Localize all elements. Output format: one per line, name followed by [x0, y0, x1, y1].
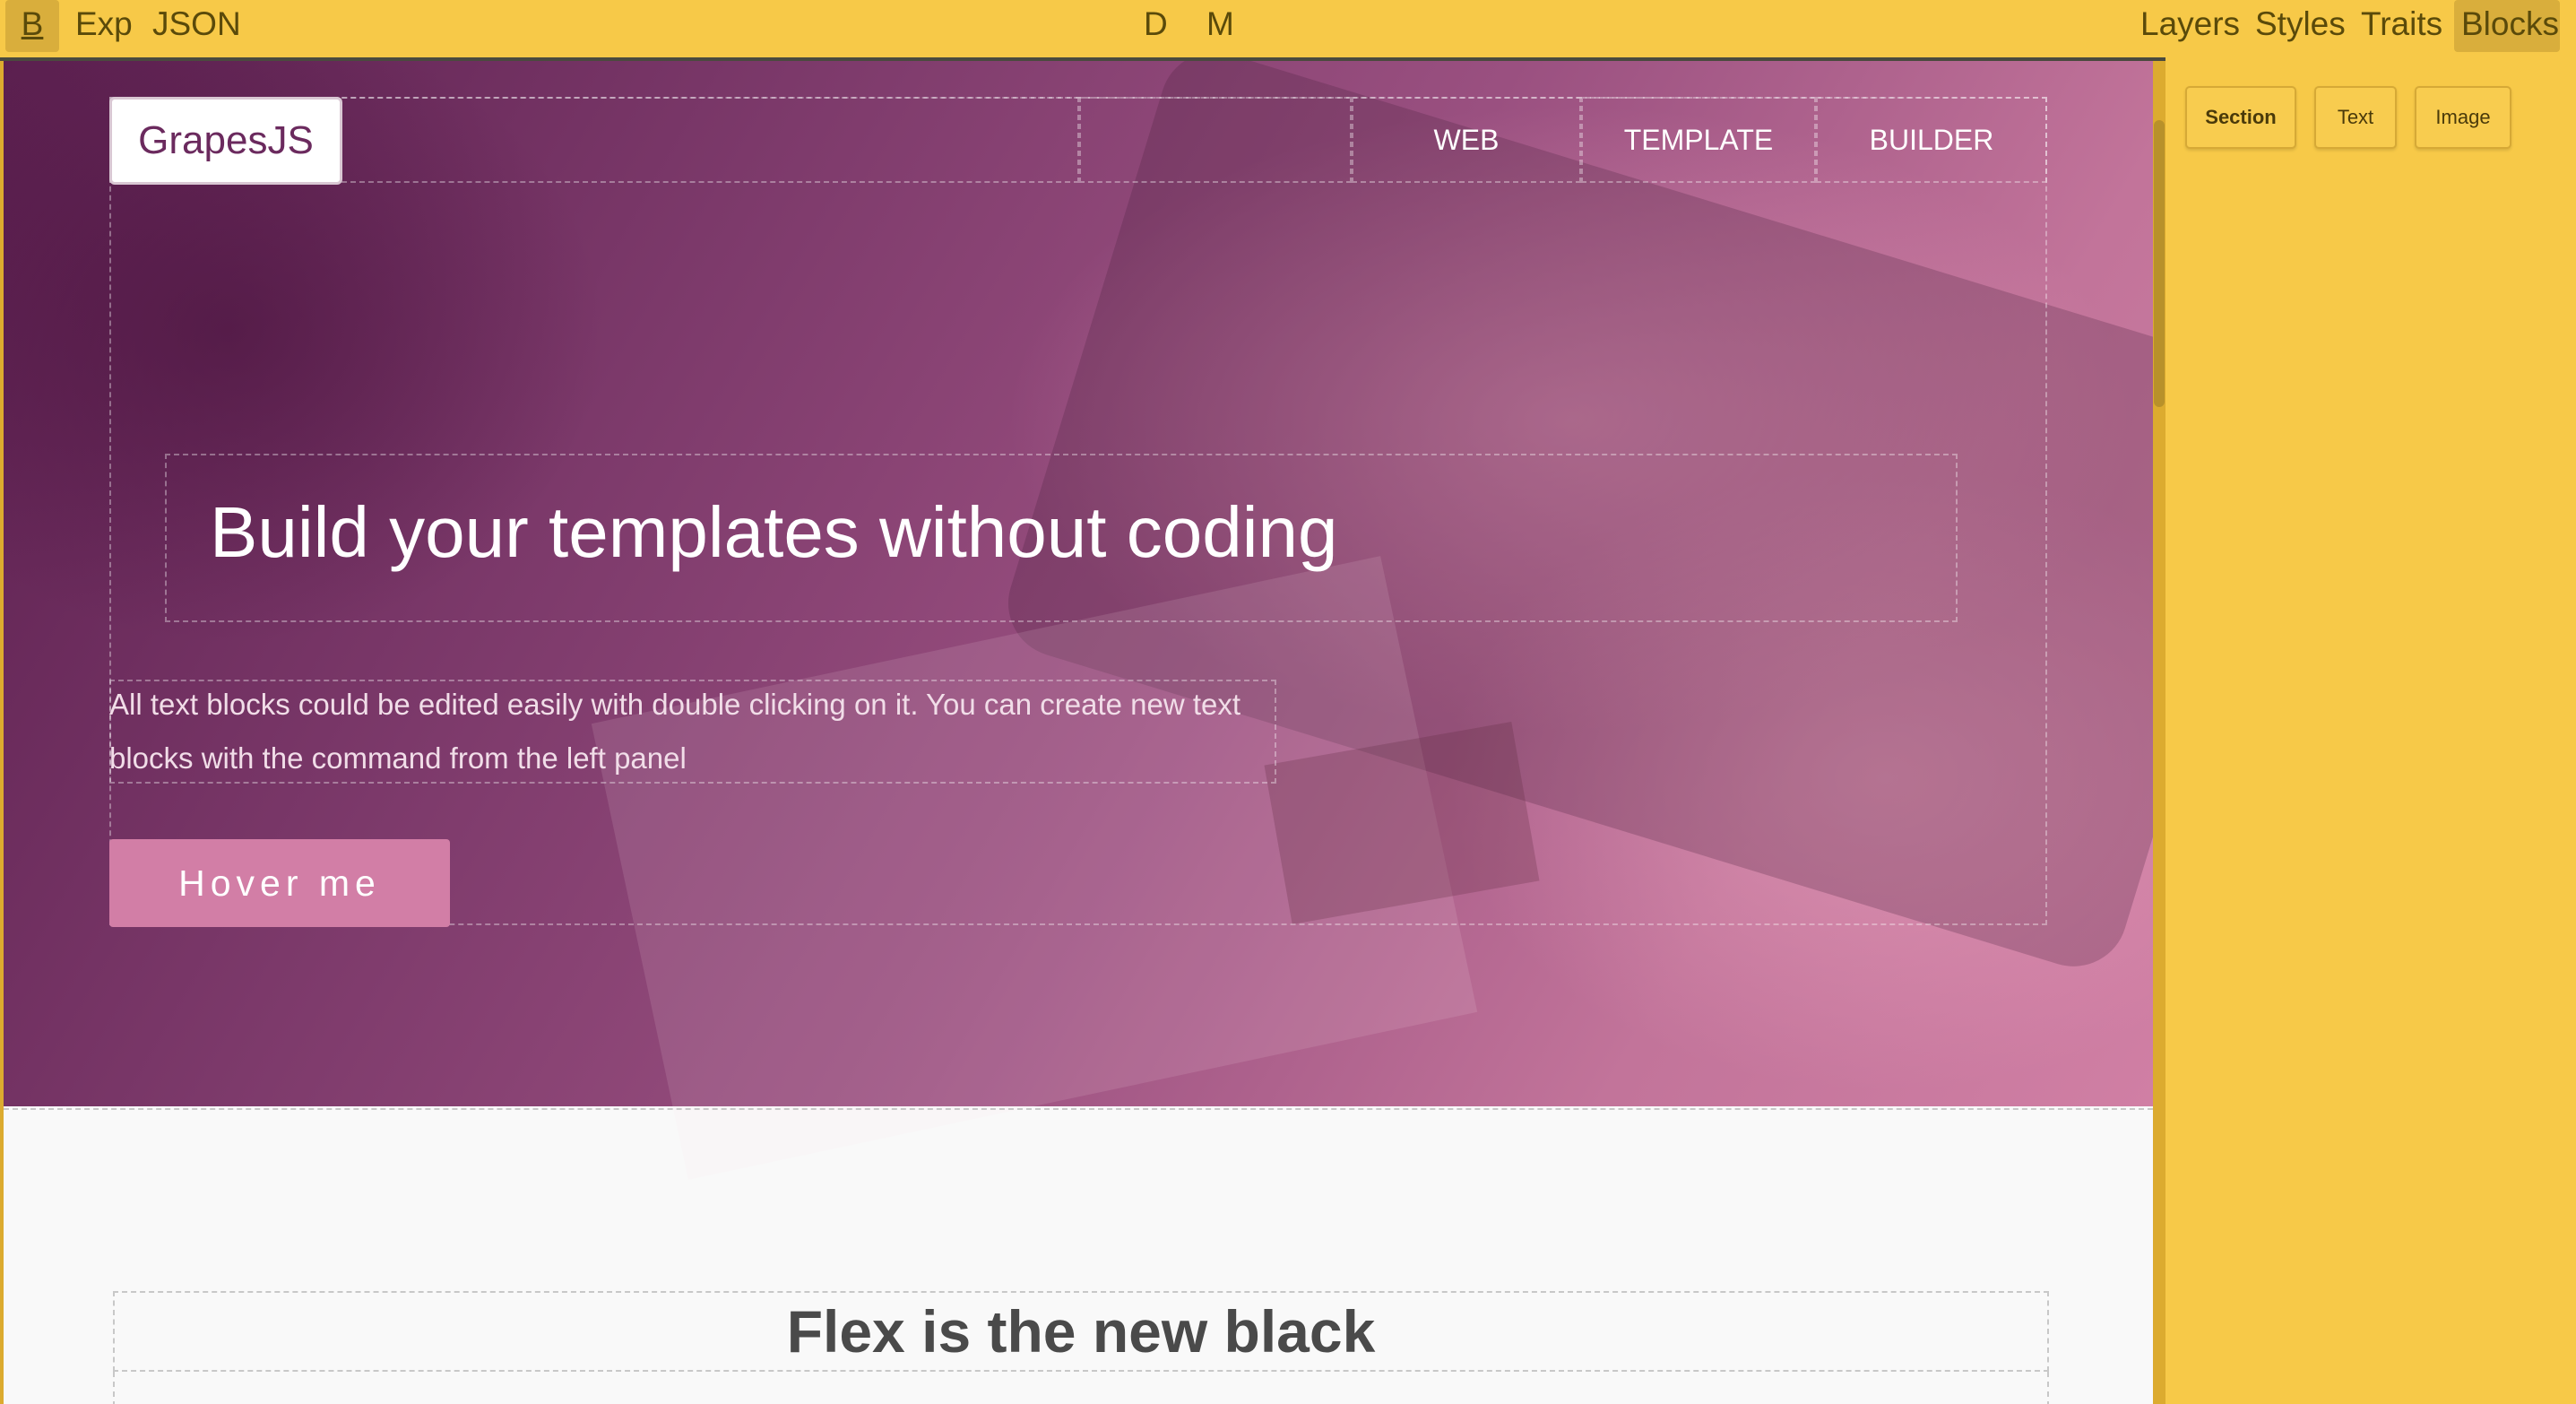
header-spacer-cell[interactable]: [1079, 97, 1352, 183]
flex-subtitle-box[interactable]: [113, 1372, 2049, 1404]
block-image[interactable]: Image: [2415, 86, 2511, 149]
canvas-frame[interactable]: GrapesJS WEB TEMPLATE BUILDER Build your…: [4, 61, 2153, 1404]
traits-button[interactable]: Traits: [2354, 0, 2450, 52]
device-desktop-button[interactable]: D: [1137, 0, 1175, 52]
canvas-scrollbar-thumb[interactable]: [2154, 120, 2165, 407]
export-button[interactable]: Exp: [68, 0, 140, 52]
logo[interactable]: GrapesJS: [109, 97, 342, 185]
flex-section-title[interactable]: Flex is the new black: [115, 1293, 2047, 1370]
blocks-button[interactable]: Blocks: [2454, 0, 2560, 52]
styles-button[interactable]: Styles: [2248, 0, 2353, 52]
hover-me-button[interactable]: Hover me: [109, 839, 450, 927]
top-panel: B Exp JSON D M Layers Styles Traits Bloc…: [0, 0, 2576, 57]
device-mobile-button[interactable]: M: [1199, 0, 1241, 52]
hero-section[interactable]: GrapesJS WEB TEMPLATE BUILDER Build your…: [4, 61, 2153, 1180]
toggle-borders-button[interactable]: B: [5, 0, 59, 52]
block-text[interactable]: Text: [2314, 86, 2397, 149]
json-button[interactable]: JSON: [145, 0, 248, 52]
blocks-panel: Section Text Image: [2165, 57, 2576, 1404]
section-divider: [4, 1108, 2153, 1110]
hero-text[interactable]: All text blocks could be edited easily w…: [109, 678, 1275, 785]
flex-title-box[interactable]: Flex is the new black: [113, 1291, 2049, 1372]
nav-link-builder[interactable]: BUILDER: [1816, 97, 2047, 183]
block-section[interactable]: Section: [2185, 86, 2296, 149]
hero-title[interactable]: Build your templates without coding: [210, 491, 1337, 574]
nav-link-web[interactable]: WEB: [1352, 97, 1581, 183]
editor-canvas: GrapesJS WEB TEMPLATE BUILDER Build your…: [0, 57, 2165, 1404]
nav-link-template[interactable]: TEMPLATE: [1581, 97, 1816, 183]
layers-button[interactable]: Layers: [2133, 0, 2247, 52]
